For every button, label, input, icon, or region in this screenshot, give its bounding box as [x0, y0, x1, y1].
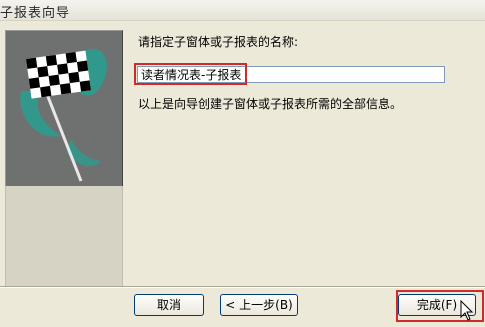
info-text: 以上是向导创建子窗体或子报表所需的全部信息。 — [138, 97, 403, 111]
name-prompt-label: 请指定子窗体或子报表的名称: — [138, 35, 299, 49]
illustration-panel-lower — [5, 186, 123, 286]
subreport-name-input[interactable] — [137, 66, 445, 83]
button-divider — [0, 286, 485, 288]
mouse-cursor-icon — [460, 300, 474, 321]
window-title: 子报表向导 — [0, 6, 71, 21]
checkered-flag-icon — [20, 48, 107, 182]
back-button[interactable]: < 上一步(B) — [220, 294, 298, 316]
checkered-flag-illustration — [5, 30, 123, 187]
cancel-button[interactable]: 取消 — [134, 294, 204, 316]
title-bar: 子报表向导 — [0, 0, 485, 21]
